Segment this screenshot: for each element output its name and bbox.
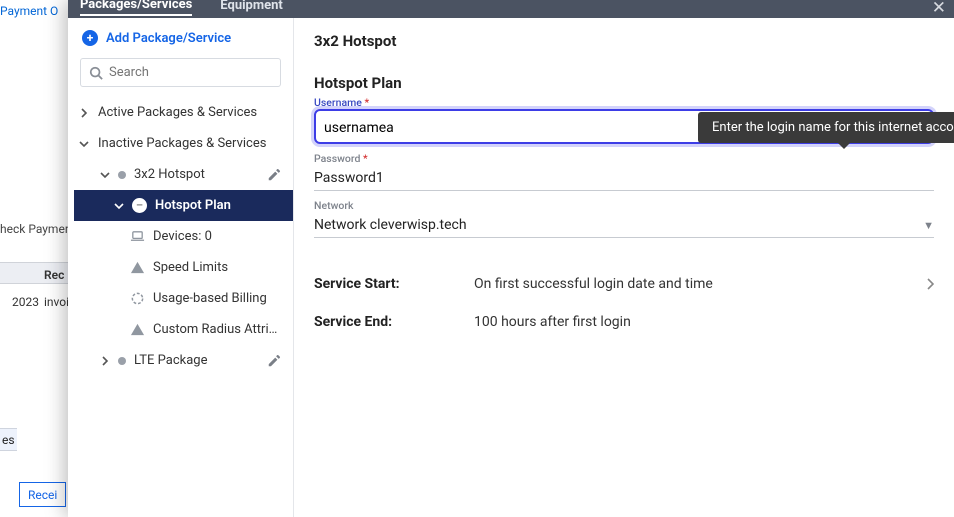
inactive-packages-toggle[interactable]: Inactive Packages & Services [68, 128, 293, 159]
chevron-right-icon [78, 108, 90, 118]
bg-rec-header: Rec [44, 268, 64, 282]
tree-item-lte-package[interactable]: LTE Package [74, 345, 293, 376]
package-service-panel: Packages/Services Equipment ✕ + Add Pack… [68, 0, 954, 517]
network-value: Network cleverwisp.tech [314, 217, 467, 233]
bg-receive-button[interactable]: Recei [19, 482, 66, 507]
edit-icon[interactable] [267, 168, 287, 182]
inactive-packages-label: Inactive Packages & Services [98, 136, 266, 151]
tree-label: Speed Limits [153, 260, 228, 275]
page-title: 3x2 Hotspot [314, 32, 934, 50]
warning-icon [130, 322, 145, 337]
bg-payment-link[interactable]: Payment O [0, 4, 58, 18]
bg-invoice-cell: invoi [44, 295, 69, 309]
add-package-button[interactable]: + Add Package/Service [68, 18, 293, 58]
chevron-right-icon [100, 356, 110, 366]
edit-icon[interactable] [267, 354, 287, 368]
tree-item-usage-billing[interactable]: Usage-based Billing [74, 283, 293, 314]
tree-item-hotspot-plan[interactable]: – Hotspot Plan [74, 190, 293, 221]
status-dot-icon [118, 171, 126, 179]
tab-equipment[interactable]: Equipment [220, 0, 283, 15]
bg-check-payment: heck Paymer [0, 222, 69, 236]
minus-badge-icon: – [132, 198, 147, 213]
service-start-label: Service Start: [314, 276, 474, 292]
bg-year-cell: 2023 [12, 295, 39, 309]
inactive-tree: 3x2 Hotspot – Hotspot Plan [68, 159, 293, 376]
active-packages-toggle[interactable]: Active Packages & Services [68, 97, 293, 128]
warning-icon [130, 260, 145, 275]
status-dot-icon [118, 357, 126, 365]
close-icon[interactable]: ✕ [932, 0, 946, 18]
search-input-wrap[interactable] [80, 58, 281, 87]
chevron-down-icon [78, 139, 90, 149]
tree-label: Hotspot Plan [155, 198, 231, 213]
network-label: Network [314, 199, 934, 212]
tooltip: Enter the login name for this internet a… [698, 112, 954, 143]
bg-es-tab: es [0, 428, 17, 451]
spinner-icon [130, 291, 145, 306]
tree-item-speed-limits[interactable]: Speed Limits [74, 252, 293, 283]
service-end-value: 100 hours after first login [474, 314, 934, 330]
active-packages-label: Active Packages & Services [98, 105, 257, 120]
service-start-value: On first successful login date and time [474, 276, 926, 292]
chevron-right-icon[interactable] [926, 278, 934, 290]
tree-label: Usage-based Billing [153, 291, 267, 306]
chevron-down-icon: ▼ [923, 219, 934, 232]
main-content: 3x2 Hotspot Hotspot Plan Username * Pass… [294, 18, 954, 517]
plus-icon: + [82, 30, 98, 46]
tree-item-custom-radius[interactable]: Custom Radius Attri… [74, 314, 293, 345]
sidebar: + Add Package/Service Active Pack [68, 18, 294, 517]
tree-label: 3x2 Hotspot [134, 167, 205, 182]
panel-tabs: Packages/Services Equipment ✕ [68, 0, 954, 18]
username-label: Username * [314, 96, 934, 109]
chevron-down-icon [100, 170, 110, 180]
tab-packages-services[interactable]: Packages/Services [80, 0, 192, 16]
search-icon [89, 66, 103, 80]
search-input[interactable] [109, 65, 275, 80]
tree-label: Devices: 0 [153, 229, 212, 244]
service-end-label: Service End: [314, 314, 474, 330]
network-select[interactable]: Network cleverwisp.tech ▼ [314, 212, 934, 238]
tree-item-devices[interactable]: Devices: 0 [74, 221, 293, 252]
add-package-label: Add Package/Service [106, 31, 231, 46]
tree-label: Custom Radius Attri… [153, 322, 277, 337]
tree-label: LTE Package [134, 353, 208, 368]
section-title: Hotspot Plan [314, 74, 934, 92]
tree-item-3x2-hotspot[interactable]: 3x2 Hotspot [74, 159, 293, 190]
password-input[interactable]: Password1 [314, 165, 934, 191]
chevron-down-icon [114, 201, 124, 211]
laptop-icon [130, 229, 145, 244]
